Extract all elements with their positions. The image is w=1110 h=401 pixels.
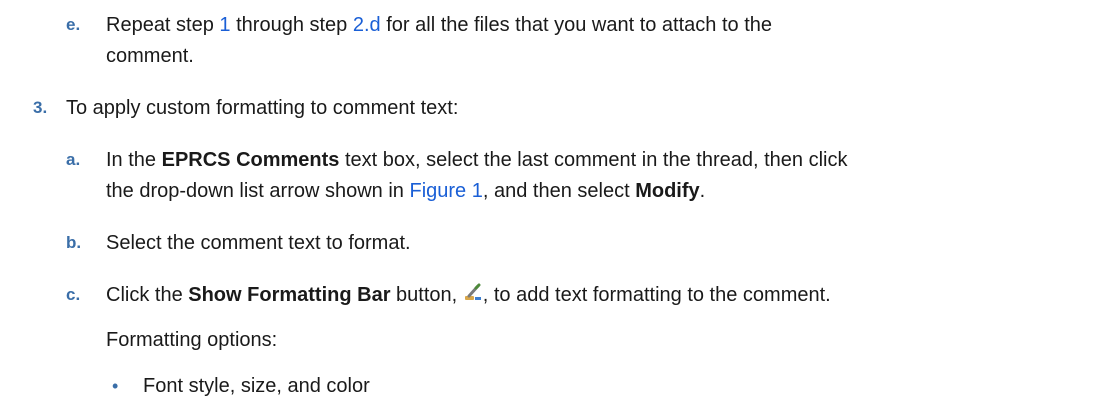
list-item-text: Select the comment text to format.: [106, 232, 411, 254]
bullet-text: Font style, size, and color: [143, 375, 370, 397]
bullet-marker: •: [112, 376, 119, 396]
list-item-text: Repeat step 1 through step 2.d for all t…: [106, 14, 773, 36]
figure-1-link[interactable]: Figure 1: [409, 180, 482, 202]
list-marker: b.: [66, 233, 82, 252]
step-3-text: To apply custom formatting to comment te…: [66, 97, 459, 119]
step-2d-link[interactable]: 2.d: [353, 14, 381, 36]
step-1-link[interactable]: 1: [219, 14, 230, 36]
list-item-text: Click the Show Formatting Bar button, , …: [106, 282, 831, 306]
list-marker: a.: [66, 150, 81, 169]
step-marker: 3.: [33, 98, 48, 117]
formatting-bar-icon: [463, 282, 483, 302]
list-marker: e.: [66, 15, 81, 34]
list-marker: c.: [66, 285, 81, 304]
list-item-text: In the EPRCS Comments text box, select t…: [106, 149, 848, 171]
